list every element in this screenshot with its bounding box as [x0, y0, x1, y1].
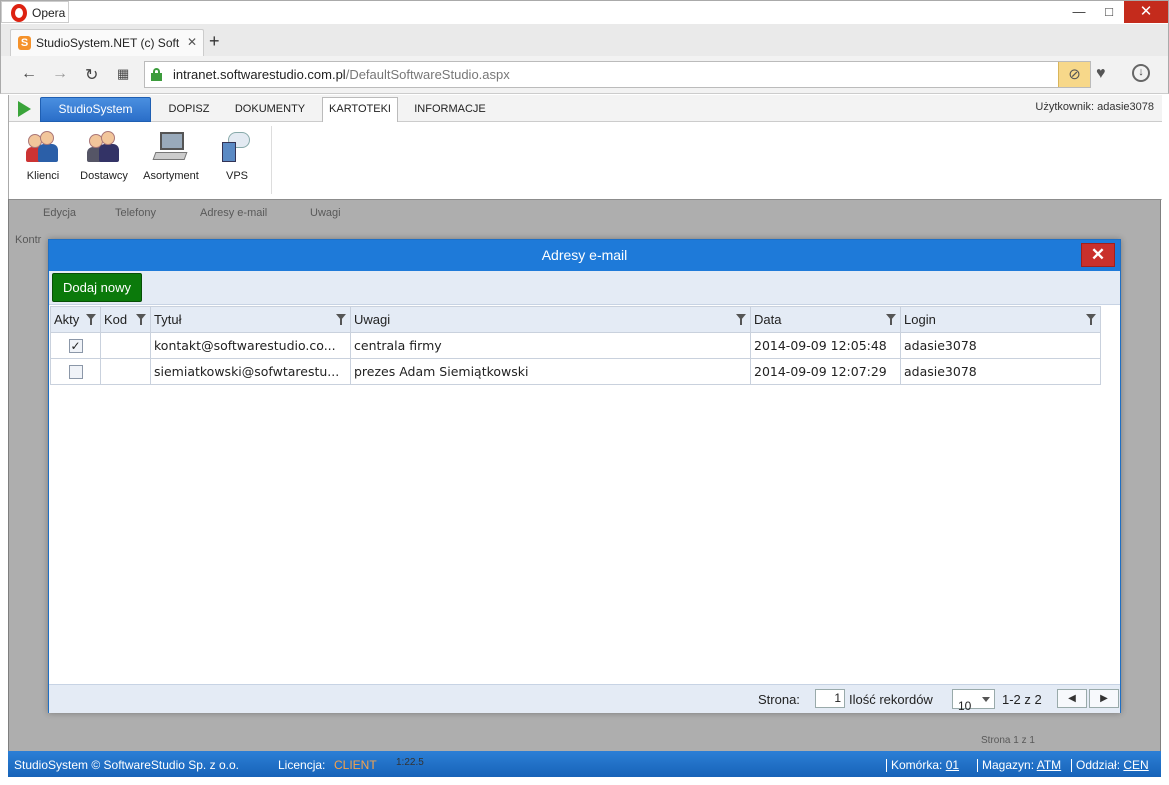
license-label: Licencja: — [278, 758, 326, 772]
copyright-text: StudioSystem © SoftwareStudio Sp. z o.o. — [14, 758, 239, 772]
browser-tab[interactable]: S StudioSystem.NET (c) Soft ✕ — [10, 29, 204, 56]
records-select[interactable]: 10 — [952, 689, 995, 713]
time-text: 1:22.5 — [396, 757, 424, 768]
speed-dial-grid-icon[interactable]: ▦ — [117, 66, 129, 82]
table-row[interactable]: siemiatkowski@sofwtarestu... prezes Adam… — [50, 358, 1101, 385]
cloud-server-icon — [220, 130, 254, 164]
opera-label: Opera — [32, 6, 66, 20]
filter-icon[interactable] — [86, 314, 96, 326]
active-checkbox[interactable] — [68, 364, 83, 379]
filter-icon[interactable] — [886, 314, 896, 326]
dialog-title: Adresy e-mail — [49, 240, 1120, 271]
filter-icon[interactable] — [336, 314, 346, 326]
filter-icon[interactable] — [1086, 314, 1096, 326]
email-dialog: Adresy e-mail ✕ Dodaj nowy Akty Kod Tytu… — [48, 239, 1121, 713]
cell-tytul: kontakt@softwarestudio.co... — [150, 332, 351, 359]
add-new-button[interactable]: Dodaj nowy — [52, 273, 142, 302]
ribbon-klienci[interactable]: Klienci — [13, 130, 73, 182]
minimize-button[interactable]: — — [1064, 1, 1094, 23]
filter-icon[interactable] — [736, 314, 746, 326]
page-label: Strona: — [758, 692, 800, 707]
heart-icon[interactable]: ♥ — [1096, 65, 1106, 83]
forward-arrow-icon[interactable]: → — [52, 65, 68, 83]
page-input[interactable]: 1 — [815, 689, 845, 708]
clients-icon — [26, 130, 60, 164]
tab-kartoteki[interactable]: KARTOTEKI — [322, 97, 398, 122]
computer-icon — [152, 130, 188, 164]
ribbon: Klienci Dostawcy Asortyment VPS — [9, 122, 1162, 200]
suppliers-icon — [87, 130, 121, 164]
address-bar: ← → ↻ ▦ intranet.softwarestudio.com.pl/D… — [0, 56, 1169, 94]
table-row[interactable]: ✓ kontakt@softwarestudio.co... centrala … — [50, 332, 1101, 359]
lock-icon — [151, 68, 162, 81]
ribbon-divider — [271, 126, 272, 194]
dialog-close-button[interactable]: ✕ — [1081, 243, 1115, 267]
window-close-button[interactable]: ✕ — [1124, 1, 1168, 23]
records-range: 1-2 z 2 — [1002, 692, 1042, 707]
tab-dopisz[interactable]: DOPISZ — [157, 97, 221, 122]
cell-login: adasie3078 — [900, 332, 1101, 359]
cell-tytul: siemiatkowski@sofwtarestu... — [150, 358, 351, 385]
cell-data: 2014-09-09 12:07:29 — [750, 358, 901, 385]
browser-tab-title: StudioSystem.NET (c) Soft — [36, 36, 180, 50]
window-titlebar: Opera — □ ✕ — [0, 0, 1169, 24]
browser-tabbar: S StudioSystem.NET (c) Soft ✕ + — [0, 24, 1169, 56]
studio-system-tab[interactable]: StudioSystem — [40, 97, 151, 122]
studio-favicon-icon: S — [18, 36, 31, 50]
ribbon-vps[interactable]: VPS — [207, 130, 267, 182]
maximize-button[interactable]: □ — [1094, 1, 1124, 23]
reload-icon[interactable]: ↻ — [85, 65, 98, 85]
ribbon-label: Asortyment — [143, 170, 199, 182]
next-page-button[interactable]: ▶ — [1089, 689, 1119, 708]
cell-info: Komórka: 01 — [886, 758, 959, 773]
cell-uwagi: centrala firmy — [350, 332, 751, 359]
ribbon-label: Dostawcy — [80, 170, 128, 182]
active-checkbox[interactable]: ✓ — [68, 338, 83, 353]
cell-uwagi: prezes Adam Siemiątkowski — [350, 358, 751, 385]
prev-page-button[interactable]: ◀ — [1057, 689, 1087, 708]
ribbon-asortyment[interactable]: Asortyment — [141, 130, 201, 182]
ribbon-label: Klienci — [26, 170, 60, 182]
branch-link[interactable]: CEN — [1123, 758, 1148, 772]
back-arrow-icon[interactable]: ← — [21, 65, 37, 83]
license-value: CLIENT — [334, 758, 377, 772]
cell-login: adasie3078 — [900, 358, 1101, 385]
user-label: Użytkownik: adasie3078 — [1035, 101, 1154, 113]
ad-block-icon[interactable]: ⊘ — [1058, 62, 1090, 87]
url-field[interactable]: intranet.softwarestudio.com.pl/DefaultSo… — [144, 61, 1091, 88]
dialog-toolbar: Dodaj nowy — [49, 271, 1120, 305]
column-header-akty[interactable]: Akty — [50, 306, 101, 333]
store-info: Magazyn: ATM — [977, 758, 1061, 773]
branch-info: Oddział: CEN — [1071, 758, 1149, 773]
new-tab-button[interactable]: + — [209, 31, 220, 52]
ribbon-dostawcy[interactable]: Dostawcy — [74, 130, 134, 182]
filter-icon[interactable] — [136, 314, 146, 326]
column-header-kod[interactable]: Kod — [100, 306, 151, 333]
opera-logo-icon — [11, 4, 27, 22]
opera-menu-button[interactable]: Opera — [1, 1, 69, 23]
cell-link[interactable]: 01 — [946, 758, 959, 772]
url-text: intranet.softwarestudio.com.pl/DefaultSo… — [173, 67, 510, 82]
column-header-data[interactable]: Data — [750, 306, 901, 333]
chevron-down-icon — [982, 697, 990, 702]
cell-data: 2014-09-09 12:05:48 — [750, 332, 901, 359]
ribbon-label: VPS — [225, 170, 248, 182]
menu-bar: StudioSystem DOPISZ DOKUMENTY KARTOTEKI … — [9, 95, 1162, 122]
column-header-login[interactable]: Login — [900, 306, 1101, 333]
column-header-tytul[interactable]: Tytuł — [150, 306, 351, 333]
records-label: Ilość rekordów — [849, 692, 933, 707]
column-header-uwagi[interactable]: Uwagi — [350, 306, 751, 333]
dialog-pager: Strona: 1 Ilość rekordów 10 1-2 z 2 ◀ ▶ — [49, 684, 1120, 713]
tab-dokumenty[interactable]: DOKUMENTY — [227, 97, 313, 122]
play-icon[interactable] — [18, 101, 31, 117]
tab-informacje[interactable]: INFORMACJE — [406, 97, 494, 122]
cell-kod — [100, 358, 151, 385]
tab-close-icon[interactable]: ✕ — [187, 35, 197, 49]
store-link[interactable]: ATM — [1037, 758, 1061, 772]
cell-kod — [100, 332, 151, 359]
download-icon[interactable]: ↓ — [1132, 64, 1150, 82]
status-bar: StudioSystem © SoftwareStudio Sp. z o.o.… — [8, 751, 1161, 777]
email-grid: Akty Kod Tytuł Uwagi Data Login ✓ kontak… — [50, 306, 1101, 385]
